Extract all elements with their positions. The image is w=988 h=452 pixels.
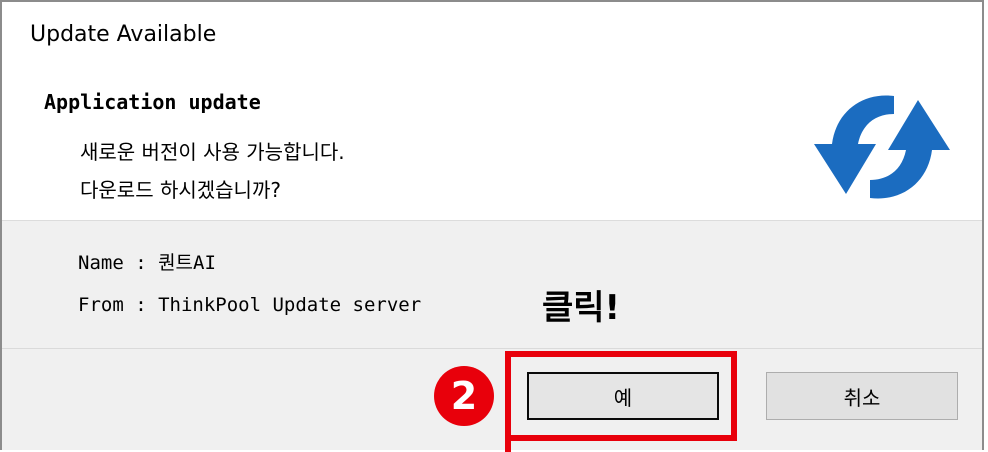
message-line-2: 다운로드 하시겠습니까? [80, 178, 281, 202]
header-panel: Application update 새로운 버전이 사용 가능합니다. 다운로… [2, 72, 982, 221]
sync-arrows-icon [814, 95, 950, 199]
click-annotation: 클릭! [542, 288, 621, 328]
highlight-tail [505, 441, 511, 452]
info-name: Name : 퀀트AI [78, 252, 216, 274]
step-number: 2 [450, 374, 478, 418]
info-from: From : ThinkPool Update server [78, 294, 422, 316]
cancel-button-label: 취소 [843, 385, 881, 410]
update-dialog: Update Available Application update 새로운 … [0, 0, 984, 452]
header-title: Application update [44, 90, 261, 114]
message-line-1: 새로운 버전이 사용 가능합니다. [80, 140, 345, 164]
step-badge: 2 [434, 366, 494, 426]
highlight-box [505, 351, 737, 441]
cancel-button[interactable]: 취소 [766, 372, 958, 420]
title-bar: Update Available [2, 2, 982, 72]
window-title: Update Available [30, 22, 217, 47]
separator [2, 348, 982, 349]
